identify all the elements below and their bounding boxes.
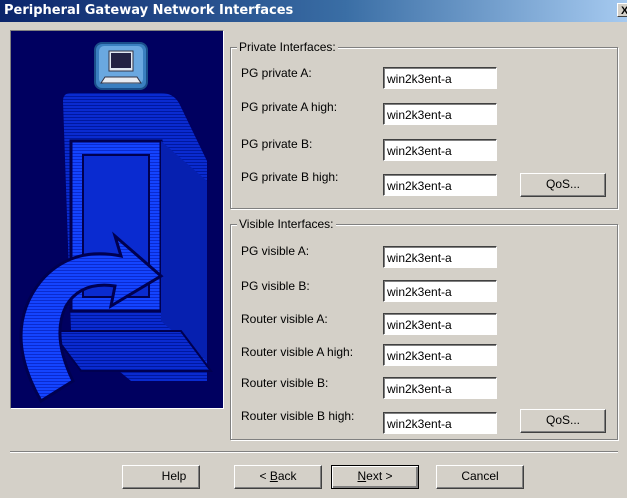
- pg-private-b-label: PG private B:: [241, 137, 313, 151]
- computer-arrow-illustration: [11, 31, 223, 408]
- pg-visible-b-field[interactable]: win2k3ent-a: [383, 280, 497, 302]
- pg-private-a-field[interactable]: win2k3ent-a: [383, 67, 497, 89]
- cancel-button[interactable]: Cancel: [436, 465, 524, 489]
- pg-private-a-label: PG private A:: [241, 66, 312, 80]
- back-button-mnemonic: B: [269, 469, 278, 483]
- router-visible-a-high-field[interactable]: win2k3ent-a: [383, 344, 497, 366]
- router-visible-b-field[interactable]: win2k3ent-a: [383, 377, 497, 399]
- pg-private-b-field[interactable]: win2k3ent-a: [383, 139, 497, 161]
- next-button[interactable]: Next >: [331, 465, 419, 489]
- back-button-rest: ack: [277, 469, 297, 483]
- private-qos-button[interactable]: QoS...: [520, 173, 606, 197]
- next-button-rest: ext >: [366, 469, 393, 483]
- next-button-mnemonic: N: [357, 469, 367, 483]
- window-title: Peripheral Gateway Network Interfaces: [4, 3, 294, 18]
- private-interfaces-legend: Private Interfaces:: [237, 40, 338, 54]
- visible-qos-button[interactable]: QoS...: [520, 409, 606, 433]
- back-button[interactable]: < Back: [234, 465, 322, 489]
- wizard-illustration: [10, 30, 224, 409]
- router-visible-a-high-label: Router visible A high:: [241, 345, 354, 359]
- back-button-prefix: <: [259, 469, 270, 483]
- router-visible-a-field[interactable]: win2k3ent-a: [383, 313, 497, 335]
- pg-private-a-high-field[interactable]: win2k3ent-a: [383, 103, 497, 125]
- pg-visible-b-label: PG visible B:: [241, 279, 310, 293]
- router-visible-b-high-field[interactable]: win2k3ent-a: [383, 412, 497, 434]
- pg-private-a-high-label: PG private A high:: [241, 100, 338, 114]
- pg-private-b-high-label: PG private B high:: [241, 170, 339, 184]
- footer-separator: [10, 451, 618, 453]
- help-button[interactable]: Help: [122, 465, 200, 489]
- router-visible-a-label: Router visible A:: [241, 312, 328, 326]
- visible-interfaces-legend: Visible Interfaces:: [237, 217, 336, 231]
- pg-visible-a-label: PG visible A:: [241, 244, 310, 258]
- pg-visible-a-field[interactable]: win2k3ent-a: [383, 246, 497, 268]
- pg-private-b-high-field[interactable]: win2k3ent-a: [383, 174, 497, 196]
- wizard-window: Peripheral Gateway Network Interfaces X: [0, 0, 627, 498]
- close-button[interactable]: X: [617, 3, 627, 17]
- router-visible-b-label: Router visible B:: [241, 376, 329, 390]
- router-visible-b-high-label: Router visible B high:: [241, 409, 355, 423]
- title-bar[interactable]: Peripheral Gateway Network Interfaces X: [0, 0, 627, 22]
